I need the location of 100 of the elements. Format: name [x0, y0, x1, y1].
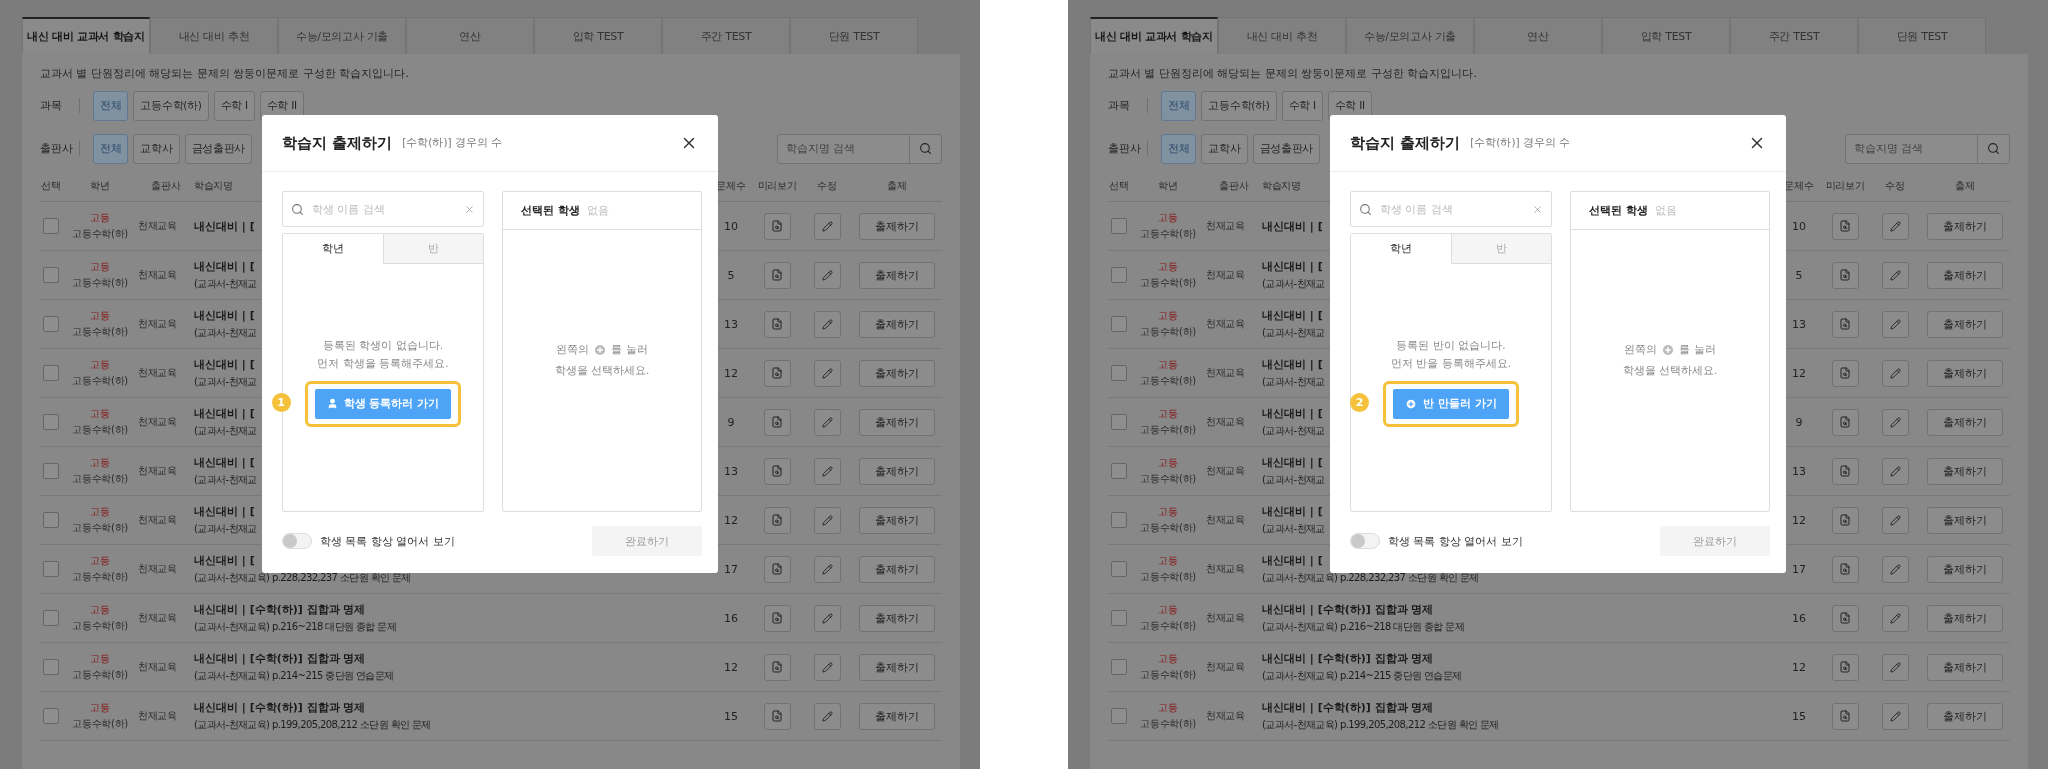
row-checkbox[interactable] — [43, 463, 59, 479]
toggle-switch[interactable] — [1350, 533, 1380, 549]
student-search-field[interactable]: 학생 이름 검색 — [1350, 191, 1552, 227]
page-tab[interactable]: 단원 TEST — [1858, 17, 1986, 54]
assign-button[interactable]: 출제하기 — [859, 359, 935, 387]
page-tab[interactable]: 수능/모의고사 기출 — [1346, 17, 1474, 54]
page-tab[interactable]: 주간 TEST — [1730, 17, 1858, 54]
filter-option[interactable]: 전체 — [93, 133, 129, 164]
edit-button[interactable] — [813, 702, 841, 730]
row-checkbox[interactable] — [1111, 365, 1127, 381]
edit-button[interactable] — [813, 604, 841, 632]
page-tab[interactable]: 내신 대비 교과서 학습지 — [1090, 17, 1218, 54]
preview-button[interactable] — [763, 555, 791, 583]
edit-button[interactable] — [813, 261, 841, 289]
page-tab[interactable]: 입학 TEST — [534, 17, 662, 54]
filter-option[interactable]: 수학 I — [213, 90, 255, 121]
list-tab[interactable]: 학년 — [283, 234, 384, 264]
preview-button[interactable] — [763, 653, 791, 681]
preview-button[interactable] — [1831, 408, 1859, 436]
assign-button[interactable]: 출제하기 — [1927, 555, 2003, 583]
student-search-field[interactable]: 학생 이름 검색 — [282, 191, 484, 227]
assign-button[interactable]: 출제하기 — [859, 555, 935, 583]
preview-button[interactable] — [763, 310, 791, 338]
row-checkbox[interactable] — [1111, 512, 1127, 528]
edit-button[interactable] — [1881, 310, 1909, 338]
edit-button[interactable] — [1881, 457, 1909, 485]
row-checkbox[interactable] — [43, 610, 59, 626]
preview-button[interactable] — [763, 604, 791, 632]
row-checkbox[interactable] — [43, 561, 59, 577]
assign-button[interactable]: 출제하기 — [859, 457, 935, 485]
assign-button[interactable]: 출제하기 — [859, 212, 935, 240]
preview-button[interactable] — [1831, 457, 1859, 485]
row-checkbox[interactable] — [43, 218, 59, 234]
edit-button[interactable] — [813, 653, 841, 681]
edit-button[interactable] — [813, 457, 841, 485]
preview-button[interactable] — [763, 261, 791, 289]
assign-button[interactable]: 출제하기 — [1927, 604, 2003, 632]
row-checkbox[interactable] — [43, 708, 59, 724]
assign-button[interactable]: 출제하기 — [1927, 408, 2003, 436]
page-tab[interactable]: 내신 대비 추천 — [150, 17, 278, 54]
preview-button[interactable] — [1831, 310, 1859, 338]
search-field[interactable]: 학습지명 검색 — [777, 133, 942, 164]
filter-option[interactable]: 고등수학(하) — [133, 90, 209, 121]
page-tab[interactable]: 내신 대비 추천 — [1218, 17, 1346, 54]
filter-option[interactable]: 전체 — [93, 90, 129, 121]
assign-button[interactable]: 출제하기 — [859, 702, 935, 730]
filter-option[interactable]: 교학사 — [133, 133, 180, 164]
preview-button[interactable] — [1831, 653, 1859, 681]
page-tab[interactable]: 입학 TEST — [1602, 17, 1730, 54]
assign-button[interactable]: 출제하기 — [859, 261, 935, 289]
assign-button[interactable]: 출제하기 — [1927, 702, 2003, 730]
filter-option[interactable]: 수학 I — [1281, 90, 1323, 121]
assign-button[interactable]: 출제하기 — [859, 604, 935, 632]
preview-button[interactable] — [1831, 506, 1859, 534]
cta-button[interactable]: 학생 등록하러 가기 — [314, 388, 452, 419]
search-input[interactable]: 학습지명 검색 — [1846, 142, 1977, 155]
assign-button[interactable]: 출제하기 — [1927, 653, 2003, 681]
edit-button[interactable] — [1881, 653, 1909, 681]
page-tab[interactable]: 연산 — [1474, 17, 1602, 54]
preview-button[interactable] — [763, 506, 791, 534]
filter-option[interactable]: 금성출판사 — [184, 133, 253, 164]
search-input[interactable]: 학습지명 검색 — [778, 142, 909, 155]
row-checkbox[interactable] — [1111, 267, 1127, 283]
assign-button[interactable]: 출제하기 — [1927, 457, 2003, 485]
filter-option[interactable]: 전체 — [1161, 133, 1197, 164]
page-tab[interactable]: 내신 대비 교과서 학습지 — [22, 17, 150, 54]
assign-button[interactable]: 출제하기 — [1927, 506, 2003, 534]
edit-button[interactable] — [813, 506, 841, 534]
assign-button[interactable]: 출제하기 — [1927, 261, 2003, 289]
preview-button[interactable] — [763, 408, 791, 436]
edit-button[interactable] — [1881, 359, 1909, 387]
toggle-switch[interactable] — [282, 533, 312, 549]
row-checkbox[interactable] — [43, 659, 59, 675]
preview-button[interactable] — [1831, 359, 1859, 387]
filter-option[interactable]: 교학사 — [1201, 133, 1248, 164]
filter-option[interactable]: 고등수학(하) — [1201, 90, 1277, 121]
row-checkbox[interactable] — [1111, 316, 1127, 332]
edit-button[interactable] — [1881, 506, 1909, 534]
edit-button[interactable] — [1881, 604, 1909, 632]
row-checkbox[interactable] — [1111, 414, 1127, 430]
clear-icon[interactable] — [464, 203, 475, 215]
preview-button[interactable] — [763, 212, 791, 240]
assign-button[interactable]: 출제하기 — [859, 506, 935, 534]
filter-option[interactable]: 전체 — [1161, 90, 1197, 121]
edit-button[interactable] — [813, 212, 841, 240]
row-checkbox[interactable] — [43, 267, 59, 283]
row-checkbox[interactable] — [1111, 659, 1127, 675]
assign-button[interactable]: 출제하기 — [859, 653, 935, 681]
preview-button[interactable] — [1831, 702, 1859, 730]
preview-button[interactable] — [1831, 212, 1859, 240]
preview-button[interactable] — [763, 359, 791, 387]
page-tab[interactable]: 단원 TEST — [790, 17, 918, 54]
edit-button[interactable] — [1881, 702, 1909, 730]
row-checkbox[interactable] — [43, 365, 59, 381]
row-checkbox[interactable] — [1111, 708, 1127, 724]
edit-button[interactable] — [1881, 408, 1909, 436]
list-tab[interactable]: 학년 — [1351, 234, 1452, 264]
assign-button[interactable]: 출제하기 — [1927, 212, 2003, 240]
row-checkbox[interactable] — [1111, 463, 1127, 479]
assign-button[interactable]: 출제하기 — [1927, 359, 2003, 387]
